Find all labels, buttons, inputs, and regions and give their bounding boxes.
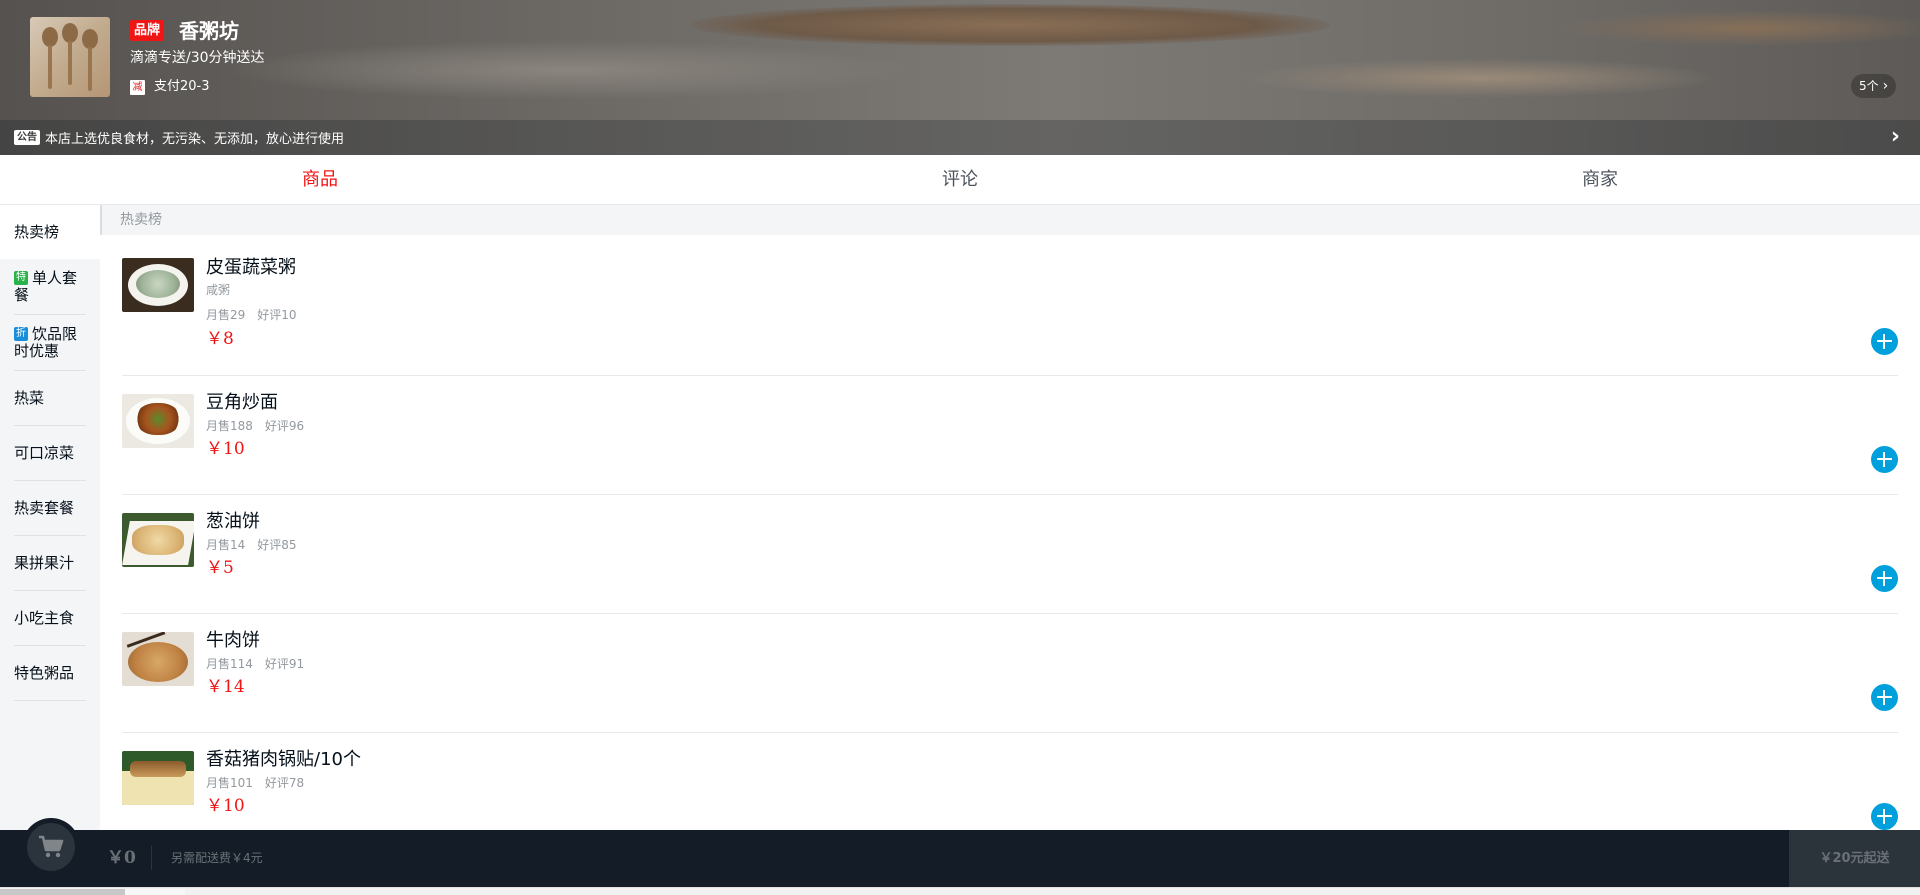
category-menu: 热卖榜 特单人套餐 折饮品限时优惠 热菜 可口凉菜 热卖套餐 果拼果汁 小吃主食… bbox=[0, 205, 100, 830]
tab-bar: 商品 评论 商家 bbox=[0, 155, 1920, 205]
menu-item-label: 热卖套餐 bbox=[14, 498, 75, 517]
promo-info: 减 支付20-3 bbox=[130, 78, 210, 96]
food-image bbox=[122, 513, 194, 567]
header-background-blur bbox=[1240, 58, 1720, 98]
menu-item-hot-dishes[interactable]: 热菜 bbox=[0, 371, 100, 426]
food-price: ￥10 bbox=[206, 439, 245, 459]
food-stats: 月售29 好评10 bbox=[206, 308, 297, 322]
add-to-cart-button[interactable] bbox=[1871, 328, 1898, 355]
food-item[interactable]: 葱油饼 月售14 好评85 ￥5 bbox=[122, 495, 1898, 614]
food-price: ￥10 bbox=[206, 796, 245, 816]
food-price: ￥8 bbox=[206, 329, 234, 349]
tab-ratings[interactable]: 评论 bbox=[640, 155, 1280, 204]
delivery-fee: 另需配送费￥4元 bbox=[171, 851, 263, 865]
food-item[interactable]: 皮蛋蔬菜粥 咸粥 月售29 好评10 ￥8 bbox=[122, 235, 1898, 376]
add-to-cart-button[interactable] bbox=[1871, 803, 1898, 830]
food-stats: 月售14 好评85 bbox=[206, 538, 297, 552]
shop-name: 香粥坊 bbox=[179, 19, 239, 43]
tab-goods[interactable]: 商品 bbox=[0, 155, 640, 204]
scrollbar-thumb[interactable] bbox=[125, 889, 185, 895]
notice-text: 本店上选优良食材，无污染、无添加，放心进行使用 bbox=[45, 132, 345, 147]
menu-item-label: 果拼果汁 bbox=[14, 553, 75, 572]
food-list: 热卖榜 皮蛋蔬菜粥 咸粥 月售29 好评10 ￥8 豆角炒面 月售188 好评96 … bbox=[100, 205, 1920, 830]
menu-item-fruit[interactable]: 果拼果汁 bbox=[0, 536, 100, 591]
menu-item-label: 可口凉菜 bbox=[14, 443, 75, 462]
header-background-blur bbox=[220, 40, 920, 100]
menu-item-hot[interactable]: 热卖榜 bbox=[0, 205, 100, 259]
promotions-count-label: 5个 bbox=[1859, 79, 1879, 93]
cart-button[interactable] bbox=[22, 818, 80, 876]
header-background-blur bbox=[1560, 10, 1920, 46]
chevron-right-icon: › bbox=[1890, 124, 1900, 149]
food-name: 葱油饼 bbox=[206, 511, 260, 532]
food-name: 皮蛋蔬菜粥 bbox=[206, 257, 296, 278]
discount-icon: 折 bbox=[14, 327, 28, 341]
food-item[interactable]: 香菇猪肉锅贴/10个 月售101 好评78 ￥10 bbox=[122, 733, 1898, 830]
food-rating: 好评10 bbox=[257, 308, 297, 322]
food-stats: 月售188 好评96 bbox=[206, 419, 304, 433]
food-stats: 月售101 好评78 bbox=[206, 776, 304, 790]
food-sales: 月售101 bbox=[206, 776, 253, 790]
discount-icon: 减 bbox=[130, 79, 145, 95]
food-rating: 好评85 bbox=[257, 538, 297, 552]
cart-icon bbox=[27, 823, 75, 871]
add-to-cart-button[interactable] bbox=[1871, 565, 1898, 592]
food-stats: 月售114 好评91 bbox=[206, 657, 304, 671]
notice-bar[interactable]: 公告 本店上选优良食材，无污染、无添加，放心进行使用 › bbox=[0, 120, 1920, 155]
menu-item-label: 小吃主食 bbox=[14, 608, 75, 627]
shop-header: 品牌 香粥坊 滴滴专送/30分钟送达 减 支付20-3 5个 › 公告 本店上选… bbox=[0, 0, 1920, 155]
menu-item-cold-dishes[interactable]: 可口凉菜 bbox=[0, 426, 100, 481]
promo-text: 支付20-3 bbox=[154, 79, 210, 94]
menu-item-single-set[interactable]: 特单人套餐 bbox=[0, 259, 100, 315]
chevron-right-icon: › bbox=[1882, 78, 1889, 94]
menu-item-hot-sets[interactable]: 热卖套餐 bbox=[0, 481, 100, 536]
food-item[interactable]: 牛肉饼 月售114 好评91 ￥14 bbox=[122, 614, 1898, 733]
food-sales: 月售114 bbox=[206, 657, 253, 671]
brand-badge: 品牌 bbox=[130, 20, 165, 41]
shop-avatar bbox=[30, 17, 110, 97]
food-rating: 好评91 bbox=[264, 657, 305, 671]
add-to-cart-button[interactable] bbox=[1871, 446, 1898, 473]
food-name: 香菇猪肉锅贴/10个 bbox=[206, 749, 361, 770]
menu-item-label: 特色粥品 bbox=[14, 663, 75, 682]
notice-tag: 公告 bbox=[14, 130, 40, 145]
menu-item-label: 热菜 bbox=[14, 388, 45, 407]
food-image bbox=[122, 751, 194, 805]
food-name: 牛肉饼 bbox=[206, 630, 260, 651]
checkout-button[interactable]: ￥20元起送 bbox=[1789, 830, 1920, 887]
food-item[interactable]: 豆角炒面 月售188 好评96 ￥10 bbox=[122, 376, 1898, 495]
horizontal-scrollbar[interactable] bbox=[0, 887, 1920, 895]
food-description: 咸粥 bbox=[206, 283, 231, 297]
food-name: 豆角炒面 bbox=[206, 392, 278, 413]
food-sales: 月售29 bbox=[206, 308, 246, 322]
cart-bar bbox=[0, 830, 1920, 887]
food-sales: 月售188 bbox=[206, 419, 253, 433]
special-icon: 特 bbox=[14, 271, 28, 285]
menu-item-porridge[interactable]: 特色粥品 bbox=[0, 646, 100, 701]
food-price: ￥14 bbox=[206, 677, 245, 697]
food-image bbox=[122, 632, 194, 686]
tab-seller[interactable]: 商家 bbox=[1280, 155, 1920, 204]
header-background-blur bbox=[690, 4, 1330, 46]
menu-item-drinks[interactable]: 折饮品限时优惠 bbox=[0, 315, 100, 371]
section-title: 热卖榜 bbox=[100, 205, 1920, 235]
promotions-count-button[interactable]: 5个 › bbox=[1851, 74, 1897, 98]
food-image bbox=[122, 258, 194, 312]
food-rating: 好评78 bbox=[264, 776, 305, 790]
menu-item-label: 热卖榜 bbox=[14, 222, 60, 241]
food-sales: 月售14 bbox=[206, 538, 246, 552]
menu-item-snacks[interactable]: 小吃主食 bbox=[0, 591, 100, 646]
delivery-info: 滴滴专送/30分钟送达 bbox=[130, 50, 265, 66]
food-image bbox=[122, 394, 194, 448]
cart-total: ￥0 bbox=[107, 846, 152, 870]
add-to-cart-button[interactable] bbox=[1871, 684, 1898, 711]
food-price: ￥5 bbox=[206, 558, 234, 578]
food-rating: 好评96 bbox=[264, 419, 305, 433]
